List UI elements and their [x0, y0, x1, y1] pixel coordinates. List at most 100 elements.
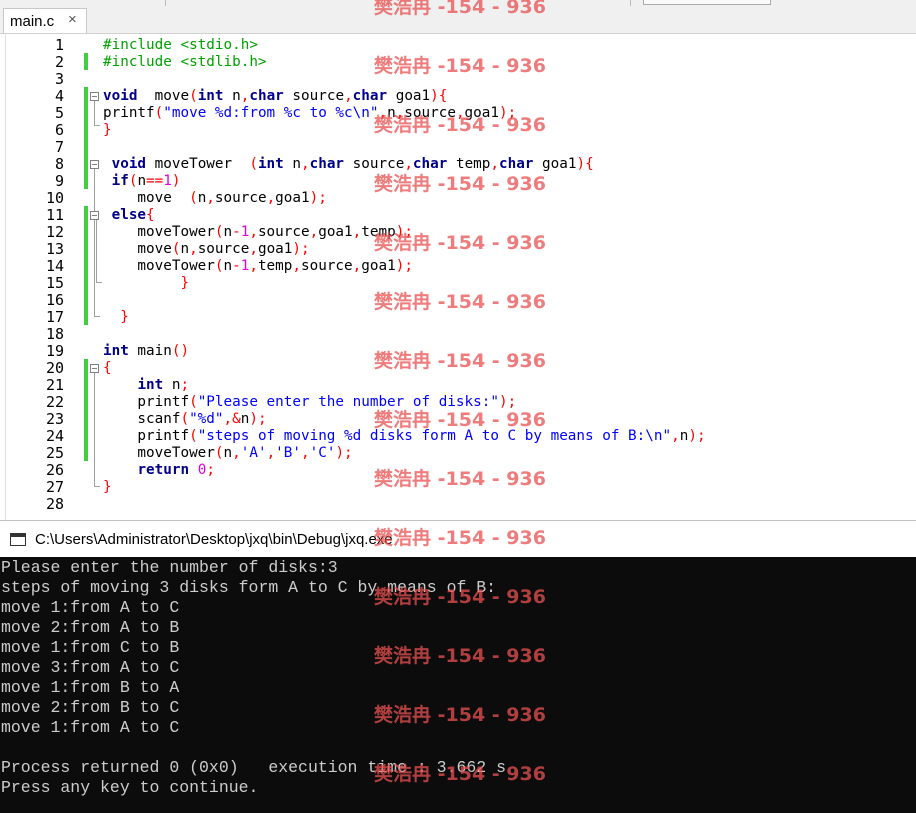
- code-token: n: [137, 173, 147, 189]
- console-title-bar[interactable]: C:\Users\Administrator\Desktop\jxq\bin\D…: [0, 520, 916, 558]
- code-token: (: [189, 88, 198, 104]
- code-token: scanf: [103, 411, 181, 427]
- code-line: moveTower(n-1,source,goa1,temp);: [103, 224, 413, 241]
- code-token: ;: [180, 377, 190, 393]
- console-line: Press any key to continue.: [1, 778, 259, 797]
- code-editor[interactable]: 1 2 3 4 5 6 7 8 9 10 11 12 13 14 15 16 17 18 19 20 21 22 23 24 2…: [0, 34, 916, 520]
- code-line: return 0;: [103, 462, 214, 479]
- fold-guide-end: [94, 486, 100, 487]
- code-token: move: [103, 190, 190, 206]
- code-token: ,: [292, 258, 301, 274]
- code-token: n: [180, 241, 190, 257]
- close-icon[interactable]: ×: [68, 11, 77, 28]
- code-token: }: [103, 122, 112, 138]
- code-token: (): [171, 343, 190, 359]
- line-number: 28: [45, 495, 64, 513]
- code-token: #include <stdio.h>: [103, 37, 258, 53]
- code-token: goa1: [361, 258, 396, 274]
- code-line: moveTower(n,'A','B','C');: [103, 445, 352, 462]
- code-token: ,: [378, 105, 388, 121]
- code-token: source: [404, 105, 456, 121]
- code-token: ): [309, 190, 319, 206]
- line-number: 20: [45, 359, 64, 377]
- code-line: int main(): [103, 343, 189, 360]
- code-token: ,: [249, 258, 258, 274]
- code-token: {: [103, 360, 112, 376]
- code-token: ;: [507, 394, 517, 410]
- code-token: moveTower: [103, 258, 215, 274]
- code-token: ): [430, 88, 439, 104]
- code-token: ,: [455, 105, 465, 121]
- code-token: moveTower: [103, 224, 215, 240]
- code-token: (: [249, 156, 258, 172]
- console-line: move 1:from B to A: [1, 678, 180, 697]
- line-number-gutter: 1 2 3 4 5 6 7 8 9 10 11 12 13 14 15 16 17 18 19 20 21 22 23 24 2…: [0, 34, 83, 520]
- code-token: (: [154, 105, 164, 121]
- code-token: ;: [257, 411, 267, 427]
- fold-guide-end: [94, 125, 100, 126]
- toolbar-field[interactable]: [643, 0, 771, 5]
- code-token: ): [249, 411, 258, 427]
- code-token: int: [197, 88, 224, 104]
- code-token: #include <stdlib.h>: [103, 54, 267, 70]
- tab-label: main.c: [10, 13, 55, 30]
- console-line: move 2:from A to B: [1, 618, 180, 637]
- code-line: }: [103, 309, 129, 326]
- editor-tab-bar: main.c ×: [0, 0, 916, 34]
- fold-toggle-icon[interactable]: [90, 364, 99, 373]
- code-token: ,: [223, 411, 233, 427]
- line-number: 18: [45, 325, 64, 343]
- console-output[interactable]: Please enter the number of disks:3 steps …: [0, 557, 916, 813]
- line-number: 7: [54, 138, 64, 156]
- code-token: ,: [232, 445, 241, 461]
- code-token: ,: [352, 224, 362, 240]
- line-number: 17: [45, 308, 64, 326]
- code-token: printf: [103, 105, 155, 121]
- code-token: source: [197, 241, 250, 257]
- code-token: else: [103, 207, 147, 223]
- line-number: 14: [45, 257, 64, 275]
- line-number: 10: [45, 189, 64, 207]
- code-token: ): [292, 241, 302, 257]
- code-token: (: [180, 411, 190, 427]
- code-token: moveTower: [103, 445, 215, 461]
- code-token: ,: [249, 224, 258, 240]
- code-token: printf: [103, 394, 190, 410]
- code-token: -: [232, 258, 241, 274]
- code-line: void moveTower (int n,char source,char t…: [103, 156, 594, 173]
- code-token: ): [498, 105, 508, 121]
- code-token: 'C': [309, 445, 336, 461]
- code-token: goa1: [533, 156, 577, 172]
- fold-toggle-icon[interactable]: [90, 211, 99, 220]
- code-token: void: [103, 88, 138, 104]
- code-token: ,: [266, 445, 276, 461]
- code-token: 1: [163, 173, 172, 189]
- line-number: 2: [54, 53, 64, 71]
- code-line: }: [103, 479, 112, 496]
- code-token: move: [137, 88, 190, 104]
- change-marker: [84, 206, 88, 325]
- line-number: 23: [45, 410, 64, 428]
- console-line: move 3:from A to C: [1, 658, 180, 677]
- fold-guide: [94, 169, 95, 316]
- fold-toggle-icon[interactable]: [90, 92, 99, 101]
- code-token: ,: [309, 224, 319, 240]
- code-token: n: [163, 377, 181, 393]
- code-token: source: [214, 190, 267, 206]
- code-token: (: [189, 190, 198, 206]
- code-line: void move(int n,char source,char goa1){: [103, 88, 447, 105]
- code-token: ,: [249, 241, 258, 257]
- fold-toggle-icon[interactable]: [90, 160, 99, 169]
- tab-main-c[interactable]: main.c ×: [3, 8, 87, 33]
- code-token: char: [309, 156, 345, 172]
- code-token: "move %d:from %c to %c\n": [163, 105, 379, 121]
- line-number: 6: [54, 121, 64, 139]
- code-token: ): [335, 445, 345, 461]
- code-token: ,: [266, 190, 276, 206]
- code-line: #include <stdio.h>: [103, 37, 258, 54]
- code-token: -: [232, 224, 241, 240]
- line-number: 13: [45, 240, 64, 258]
- code-token: goa1: [257, 241, 293, 257]
- fold-guide-end: [94, 316, 100, 317]
